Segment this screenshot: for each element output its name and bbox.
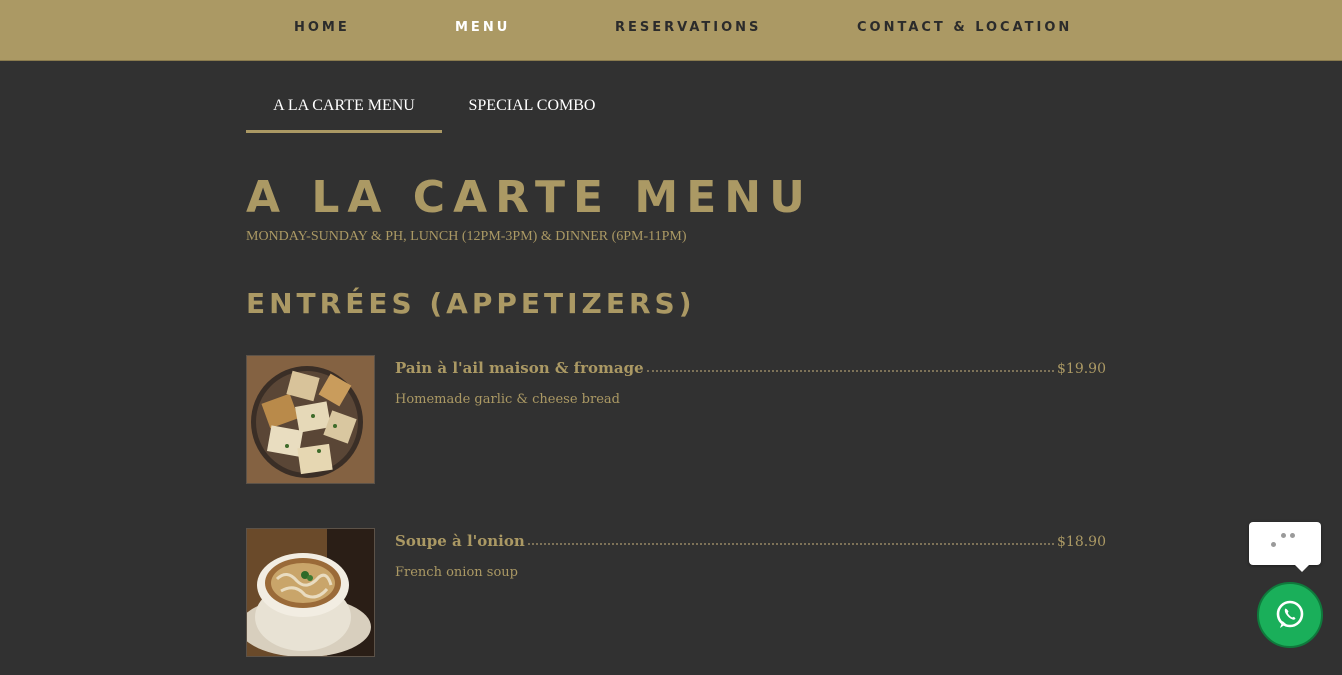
tab-a-la-carte-menu[interactable]: A LA CARTE MENU: [246, 84, 442, 133]
top-navigation: HOME MENU RESERVATIONS CONTACT & LOCATIO…: [0, 0, 1342, 61]
chat-dots-icon: [1271, 532, 1301, 552]
item-description: French onion soup: [395, 565, 518, 580]
nav-home[interactable]: HOME: [294, 0, 350, 56]
item-name-row: Pain à l'ail maison & fromage $19.90: [395, 355, 1106, 377]
nav-menu[interactable]: MENU: [455, 0, 510, 56]
item-name: Soupe à l'onion: [395, 532, 525, 550]
nav-reservations[interactable]: RESERVATIONS: [615, 0, 761, 56]
tab-special-combo[interactable]: SPECIAL COMBO: [458, 84, 606, 130]
section-title: ENTRÉES (APPETIZERS): [246, 287, 696, 320]
page-subtitle: MONDAY-SUNDAY & PH, LUNCH (12PM-3PM) & D…: [246, 229, 687, 244]
item-description: Homemade garlic & cheese bread: [395, 392, 620, 407]
item-name: Pain à l'ail maison & fromage: [395, 359, 644, 377]
page-title: A LA CARTE MENU: [246, 172, 813, 223]
item-price: $18.90: [1057, 534, 1106, 550]
whatsapp-icon: [1276, 600, 1304, 628]
item-price: $19.90: [1057, 361, 1106, 377]
nav-contact-location[interactable]: CONTACT & LOCATION: [857, 0, 1072, 56]
item-name-row: Soupe à l'onion $18.90: [395, 528, 1106, 550]
menu-item: Soupe à l'onion $18.90 French onion soup: [246, 528, 1106, 658]
dotted-leader: [527, 543, 1054, 545]
menu-item: Pain à l'ail maison & fromage $19.90 Hom…: [246, 355, 1106, 485]
onion-soup-photo: [246, 528, 375, 657]
chat-widget-button[interactable]: [1249, 522, 1321, 572]
garlic-cheese-bread-photo: [246, 355, 375, 484]
dotted-leader: [646, 370, 1054, 372]
whatsapp-button[interactable]: [1257, 582, 1323, 648]
